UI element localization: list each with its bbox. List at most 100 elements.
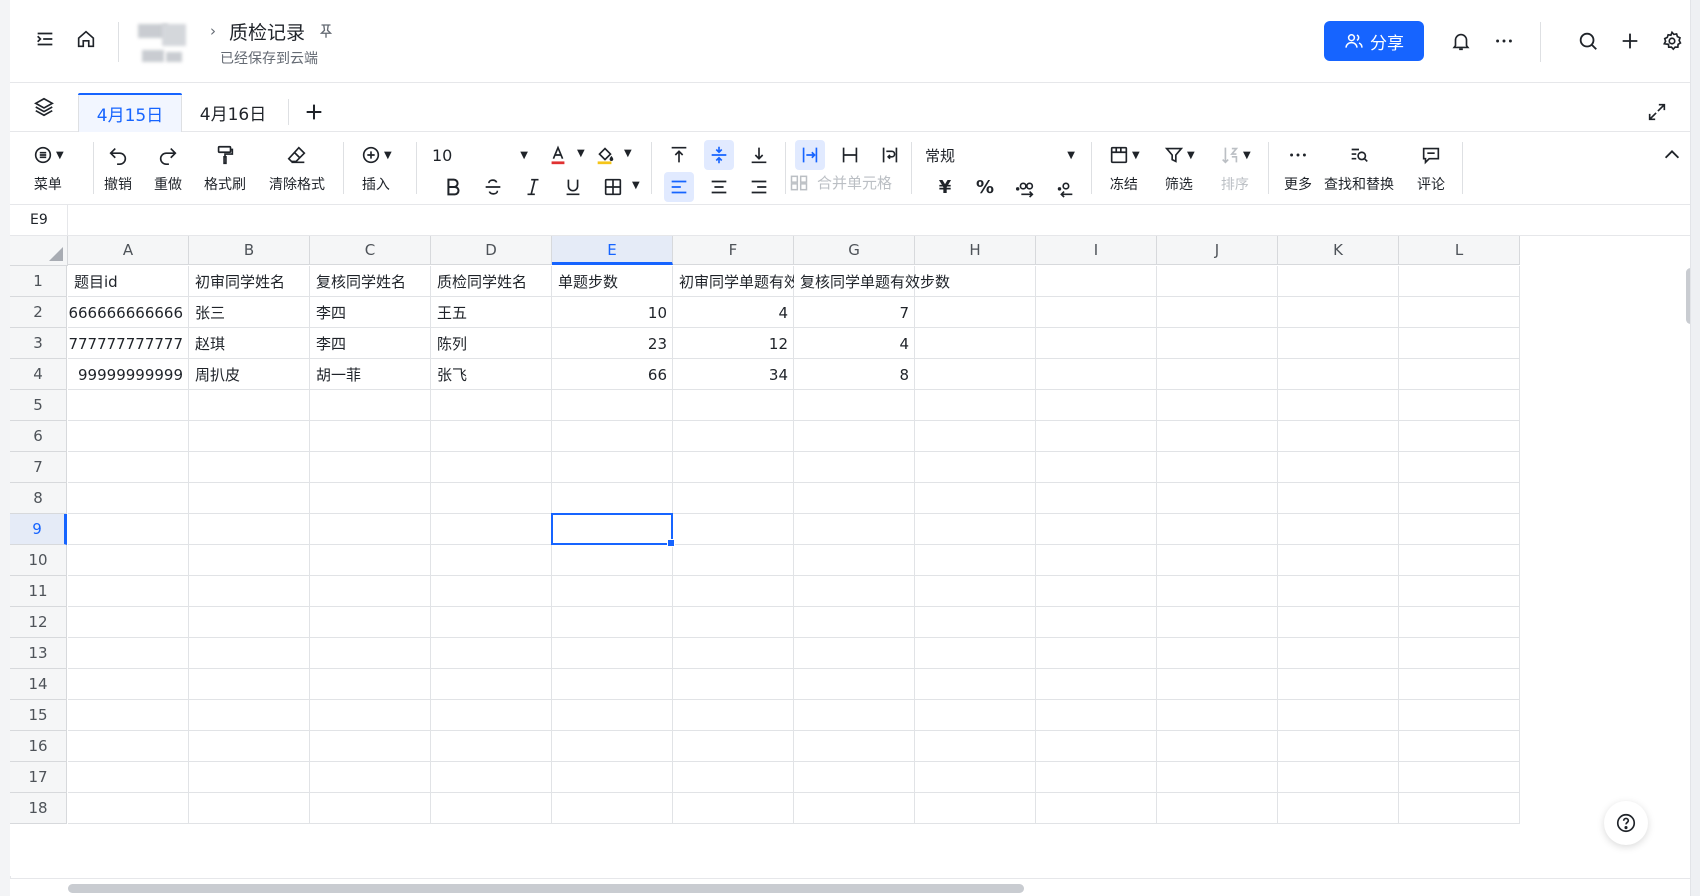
cell-C1[interactable]: 复核同学姓名	[310, 266, 431, 297]
cell-F1[interactable]: 初审同学单题有效步数	[673, 266, 794, 297]
align-left-button[interactable]	[664, 172, 694, 202]
currency-button[interactable]: ¥	[930, 172, 960, 202]
format-painter-button[interactable]: 格式刷	[204, 142, 246, 194]
row-header[interactable]: 11	[10, 576, 67, 607]
column-header-g[interactable]: G	[794, 236, 915, 265]
percent-button[interactable]: %	[970, 172, 1000, 202]
add-sheet-icon[interactable]	[299, 97, 329, 127]
cell-G2[interactable]: 7	[794, 297, 915, 328]
spreadsheet-grid[interactable]: A B C D E F G H I J K L 1 2 3 4 5 6 7 8 9 10 11 12 13 14 15 16 17 18 题…	[10, 236, 1682, 876]
column-header-k[interactable]: K	[1278, 236, 1399, 265]
cell-B1[interactable]: 初审同学姓名	[189, 266, 310, 297]
horizontal-scrollbar[interactable]	[68, 884, 1024, 893]
clear-format-button[interactable]: 清除格式	[269, 142, 325, 194]
cell-reference-box[interactable]: E9	[10, 205, 68, 235]
sheet-tab-2[interactable]: 4月16日	[182, 93, 284, 131]
borders-button[interactable]	[598, 172, 628, 202]
row-header[interactable]: 4	[10, 359, 67, 390]
sort-button[interactable]: ▼ 排序	[1219, 142, 1251, 194]
italic-button[interactable]	[518, 172, 548, 202]
sheet-list-layers-icon[interactable]	[29, 92, 59, 122]
column-header-l[interactable]: L	[1399, 236, 1520, 265]
number-format-select[interactable]: 常规 ▼	[925, 142, 1075, 168]
align-bottom-button[interactable]	[744, 140, 774, 170]
row-header[interactable]: 10	[10, 545, 67, 576]
more-button[interactable]: 更多	[1284, 142, 1312, 194]
row-header[interactable]: 1	[10, 266, 67, 297]
text-wrap-button[interactable]	[875, 140, 905, 170]
cell-B3[interactable]: 赵琪	[189, 328, 310, 359]
cell-G3[interactable]: 4	[794, 328, 915, 359]
row-header[interactable]: 18	[10, 793, 67, 824]
increase-decimal-button[interactable]	[1010, 172, 1040, 202]
collapse-toolbar-icon[interactable]	[1657, 140, 1687, 170]
font-color-dropdown-icon[interactable]: ▼	[577, 148, 585, 159]
row-header[interactable]: 7	[10, 452, 67, 483]
strikethrough-button[interactable]	[478, 172, 508, 202]
column-header-a[interactable]: A	[68, 236, 189, 265]
column-header-e[interactable]: E	[552, 236, 673, 265]
share-button[interactable]: 分享	[1324, 21, 1424, 61]
cell-A3[interactable]: 7777777777777	[68, 328, 189, 359]
cell-C3[interactable]: 李四	[310, 328, 431, 359]
settings-gear-icon[interactable]	[1657, 26, 1687, 56]
cell-C4[interactable]: 胡一菲	[310, 359, 431, 390]
merge-cells-button[interactable]: 合并单元格	[789, 172, 892, 193]
column-header-d[interactable]: D	[431, 236, 552, 265]
freeze-button[interactable]: ▼ 冻结	[1108, 142, 1140, 194]
row-header[interactable]: 6	[10, 421, 67, 452]
cell-D4[interactable]: 张飞	[431, 359, 552, 390]
expand-sidebar-icon[interactable]	[30, 24, 60, 54]
cell-D2[interactable]: 王五	[431, 297, 552, 328]
align-middle-button[interactable]	[704, 140, 734, 170]
redo-button[interactable]: 重做	[154, 142, 182, 194]
row-header[interactable]: 8	[10, 483, 67, 514]
column-header-c[interactable]: C	[310, 236, 431, 265]
cell-B4[interactable]: 周扒皮	[189, 359, 310, 390]
cell-B2[interactable]: 张三	[189, 297, 310, 328]
cell-F4[interactable]: 34	[673, 359, 794, 390]
notification-bell-icon[interactable]	[1446, 26, 1476, 56]
row-header[interactable]: 16	[10, 731, 67, 762]
align-right-button[interactable]	[744, 172, 774, 202]
row-header[interactable]: 5	[10, 390, 67, 421]
underline-button[interactable]	[558, 172, 588, 202]
row-header[interactable]: 2	[10, 297, 67, 328]
cell-F3[interactable]: 12	[673, 328, 794, 359]
column-header-j[interactable]: J	[1157, 236, 1278, 265]
align-center-button[interactable]	[704, 172, 734, 202]
row-header[interactable]: 3	[10, 328, 67, 359]
help-button[interactable]	[1604, 801, 1648, 845]
align-top-button[interactable]	[664, 140, 694, 170]
search-icon[interactable]	[1573, 26, 1603, 56]
cell-E1[interactable]: 单题步数	[552, 266, 673, 297]
home-icon[interactable]	[71, 24, 101, 54]
cell-A2[interactable]: 6666666666666	[68, 297, 189, 328]
row-header[interactable]: 17	[10, 762, 67, 793]
row-header[interactable]: 12	[10, 607, 67, 638]
cell-E4[interactable]: 66	[552, 359, 673, 390]
workspace-avatar[interactable]	[136, 22, 204, 72]
row-header[interactable]: 13	[10, 638, 67, 669]
row-header[interactable]: 15	[10, 700, 67, 731]
cell-G4[interactable]: 8	[794, 359, 915, 390]
decrease-decimal-button[interactable]	[1050, 172, 1080, 202]
fill-color-dropdown-icon[interactable]: ▼	[624, 148, 632, 159]
pin-icon[interactable]	[315, 20, 337, 42]
cell-G1[interactable]: 复核同学单题有效步数	[794, 266, 1036, 297]
cell-A4[interactable]: 99999999999	[68, 359, 189, 390]
cell-E2[interactable]: 10	[552, 297, 673, 328]
selected-cell-outline[interactable]	[551, 513, 675, 547]
undo-button[interactable]: 撤销	[104, 142, 132, 194]
font-size-select[interactable]: 10 ▼	[432, 142, 528, 168]
cell-D3[interactable]: 陈列	[431, 328, 552, 359]
font-color-button[interactable]	[543, 140, 573, 170]
text-clip-button[interactable]	[835, 140, 865, 170]
column-header-h[interactable]: H	[915, 236, 1036, 265]
menu-button[interactable]: ▼ 菜单	[32, 142, 64, 194]
insert-button[interactable]: ▼ 插入	[360, 142, 392, 194]
more-options-icon[interactable]	[1489, 26, 1519, 56]
column-header-b[interactable]: B	[189, 236, 310, 265]
doc-title[interactable]: 质检记录	[229, 18, 305, 45]
comment-button[interactable]: 评论	[1417, 142, 1445, 194]
